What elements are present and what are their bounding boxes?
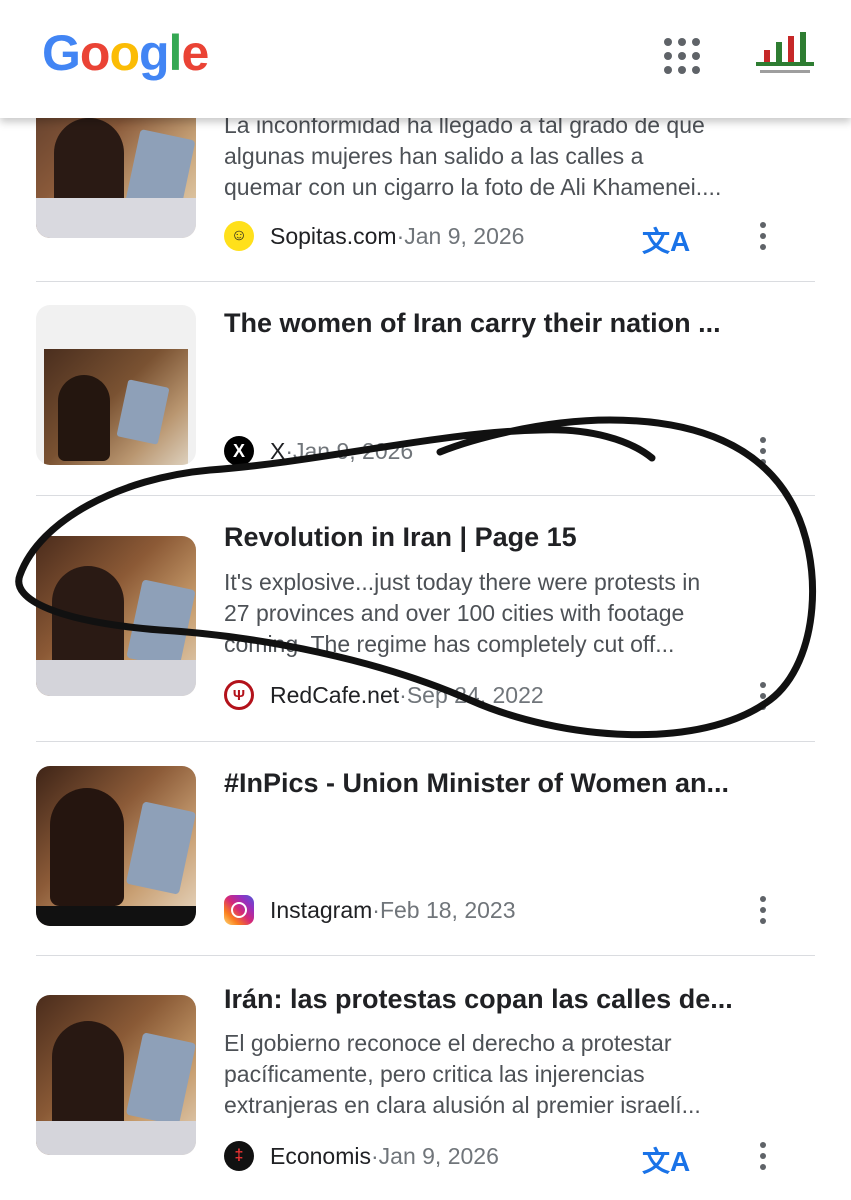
snippet-line: extranjeras en clara alusión al premier … — [224, 1092, 701, 1118]
logo-letter: l — [168, 25, 183, 81]
logo-letter: o — [109, 25, 140, 81]
snippet-line: 27 provinces and over 100 cities with fo… — [224, 600, 685, 626]
result-date: Jan 9, 2026 — [378, 1142, 499, 1169]
redcafe-devil-icon: Ψ — [224, 680, 254, 710]
translate-icon[interactable]: 文A — [642, 1140, 690, 1180]
result-source[interactable]: X X · Jan 9, 2026 — [224, 436, 413, 466]
google-logo[interactable]: Google — [42, 24, 209, 82]
result-thumbnail[interactable] — [36, 536, 196, 696]
date-separator: · — [285, 437, 294, 464]
source-name: Economis — [270, 1142, 371, 1169]
apps-grid-icon[interactable] — [664, 38, 700, 74]
result-date: Sep 24, 2022 — [406, 681, 544, 708]
more-options-icon[interactable] — [756, 437, 770, 467]
x-logo-icon: X — [224, 436, 254, 466]
result-source[interactable]: ‡ Economis · Jan 9, 2026 — [224, 1141, 499, 1171]
more-options-icon[interactable] — [756, 222, 770, 252]
result-source[interactable]: Ψ RedCafe.net · Sep 24, 2022 — [224, 680, 544, 710]
translate-icon[interactable]: 文A — [642, 220, 690, 260]
date-separator: · — [370, 1142, 379, 1169]
logo-letter: e — [181, 25, 209, 81]
result-source[interactable]: Instagram · Feb 18, 2023 — [224, 895, 516, 925]
logo-letter: G — [42, 25, 81, 81]
source-name: Sopitas.com — [270, 222, 397, 249]
result-date: Jan 9, 2026 — [293, 437, 414, 464]
date-separator: · — [372, 896, 380, 923]
result-thumbnail[interactable] — [36, 766, 196, 926]
result-snippet: It's explosive...just today there were p… — [224, 567, 784, 660]
google-header: Google — [0, 0, 851, 118]
snippet-line: algunas mujeres han salido a las calles … — [224, 143, 644, 169]
snippet-line: quemar con un cigarro la foto de Ali Kha… — [224, 174, 722, 200]
source-name: RedCafe.net — [270, 681, 400, 708]
divider — [36, 741, 815, 742]
snippet-line: It's explosive...just today there were p… — [224, 569, 701, 595]
result-snippet: La inconformidad ha llegado a tal grado … — [224, 110, 784, 203]
result-title[interactable]: #InPics - Union Minister of Women an... — [224, 768, 784, 799]
source-name: X — [270, 437, 286, 464]
result-date: Feb 18, 2023 — [379, 896, 516, 923]
result-source[interactable]: ☺ Sopitas.com · Jan 9, 2026 — [224, 221, 524, 251]
divider — [36, 281, 815, 282]
economis-icon: ‡ — [224, 1141, 254, 1171]
result-title[interactable]: Irán: las protestas copan las calles de.… — [224, 984, 784, 1015]
result-thumbnail[interactable] — [36, 305, 196, 465]
date-separator: · — [399, 681, 407, 708]
snippet-line: pacíficamente, pero critica las injerenc… — [224, 1061, 645, 1087]
result-title[interactable]: The women of Iran carry their nation ... — [224, 308, 784, 339]
account-avatar-icon[interactable] — [752, 30, 818, 78]
source-name: Instagram — [270, 896, 373, 923]
result-snippet: El gobierno reconoce el derecho a protes… — [224, 1028, 784, 1121]
more-options-icon[interactable] — [756, 896, 770, 926]
divider — [36, 495, 815, 496]
result-thumbnail[interactable] — [36, 995, 196, 1155]
result-date: Jan 9, 2026 — [404, 222, 525, 249]
snippet-line: coming. The regime has completely cut of… — [224, 631, 675, 657]
more-options-icon[interactable] — [756, 1142, 770, 1172]
snippet-line: El gobierno reconoce el derecho a protes… — [224, 1030, 672, 1056]
date-separator: · — [396, 222, 405, 249]
divider — [36, 955, 815, 956]
smiley-icon: ☺ — [224, 221, 254, 251]
logo-letter: g — [139, 25, 170, 81]
result-title[interactable]: Revolution in Iran | Page 15 — [224, 522, 784, 553]
more-options-icon[interactable] — [756, 682, 770, 712]
instagram-icon — [224, 895, 254, 925]
logo-letter: o — [79, 25, 111, 81]
